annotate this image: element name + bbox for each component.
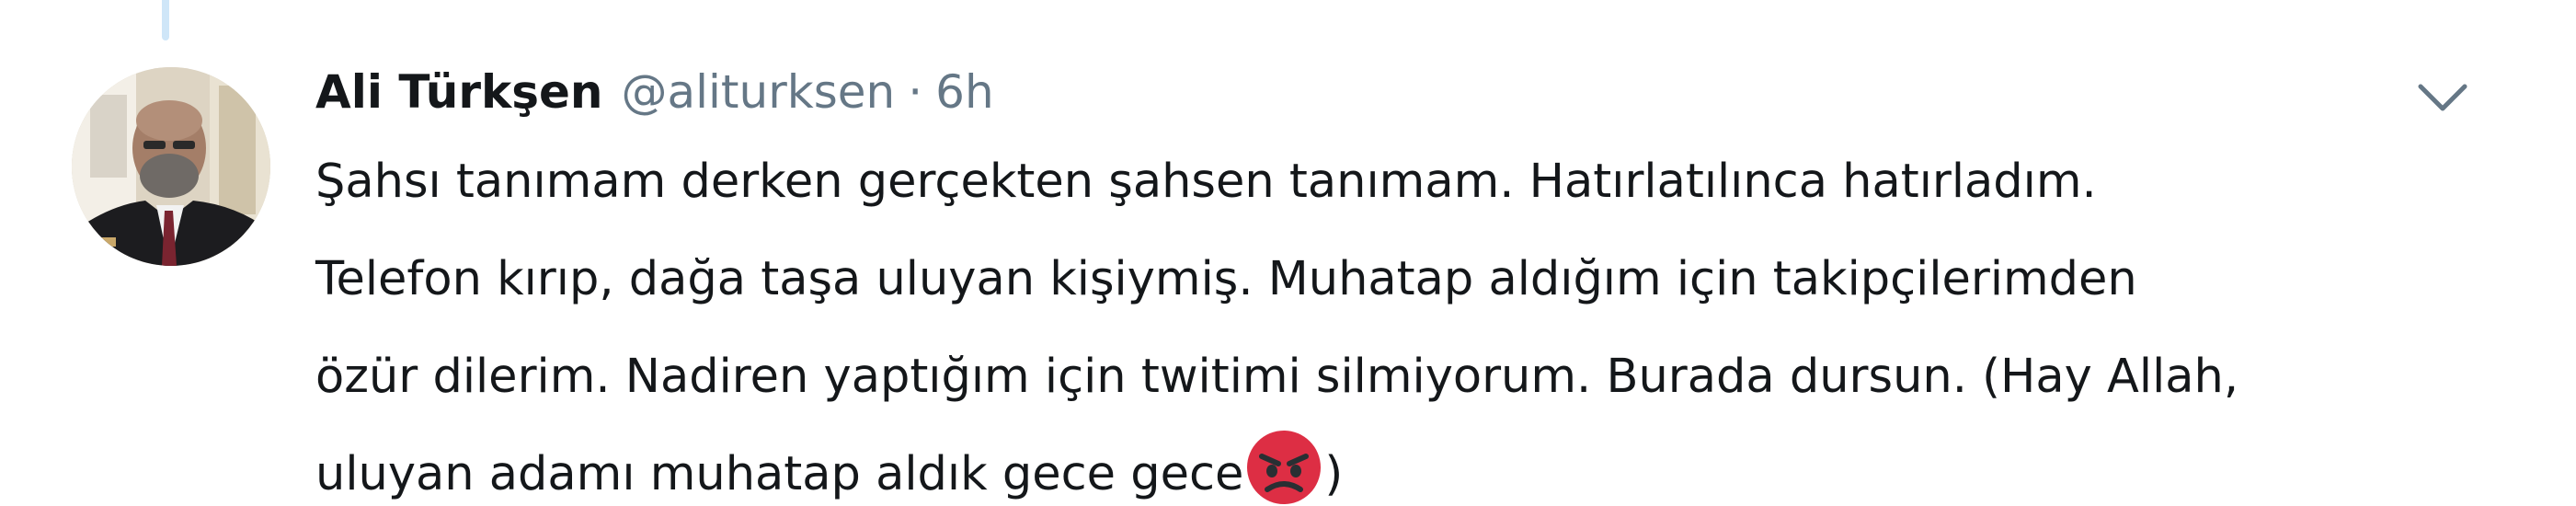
tweet-text-tail: ) bbox=[1324, 447, 1344, 501]
tweet-text: Şahsı tanımam derken gerçekten şahsen ta… bbox=[315, 133, 2541, 506]
tweet[interactable]: Ali Türkşen @aliturksen · 6h Şahsı tanım… bbox=[0, 0, 2576, 506]
tweet-text-line: Telefon kırıp, dağa taşa uluyan kişiymiş… bbox=[315, 252, 2137, 306]
avatar-photo-icon bbox=[72, 67, 270, 266]
chevron-down-icon bbox=[2418, 84, 2467, 111]
author-name[interactable]: Ali Türkşen bbox=[315, 55, 603, 129]
avatar[interactable] bbox=[72, 67, 270, 266]
tweet-text-segment: uluyan adamı muhatap aldık gece gece bbox=[315, 447, 1244, 501]
tweet-timestamp[interactable]: 6h bbox=[935, 55, 994, 129]
tweet-text-line: özür dilerim. Nadiren yaptığım için twit… bbox=[315, 350, 2239, 404]
tweet-menu-button[interactable] bbox=[2408, 68, 2478, 123]
thread-connector-line bbox=[162, 0, 169, 40]
angry-face-emoji-icon bbox=[1245, 429, 1322, 506]
tweet-header: Ali Türkşen @aliturksen · 6h bbox=[315, 55, 994, 129]
author-handle[interactable]: @aliturksen bbox=[622, 55, 896, 129]
tweet-text-line: Şahsı tanımam derken gerçekten şahsen ta… bbox=[315, 155, 2097, 209]
separator-dot: · bbox=[908, 65, 923, 119]
tweet-text-line-last: uluyan adamı muhatap aldık gece gece ) bbox=[315, 426, 2541, 506]
